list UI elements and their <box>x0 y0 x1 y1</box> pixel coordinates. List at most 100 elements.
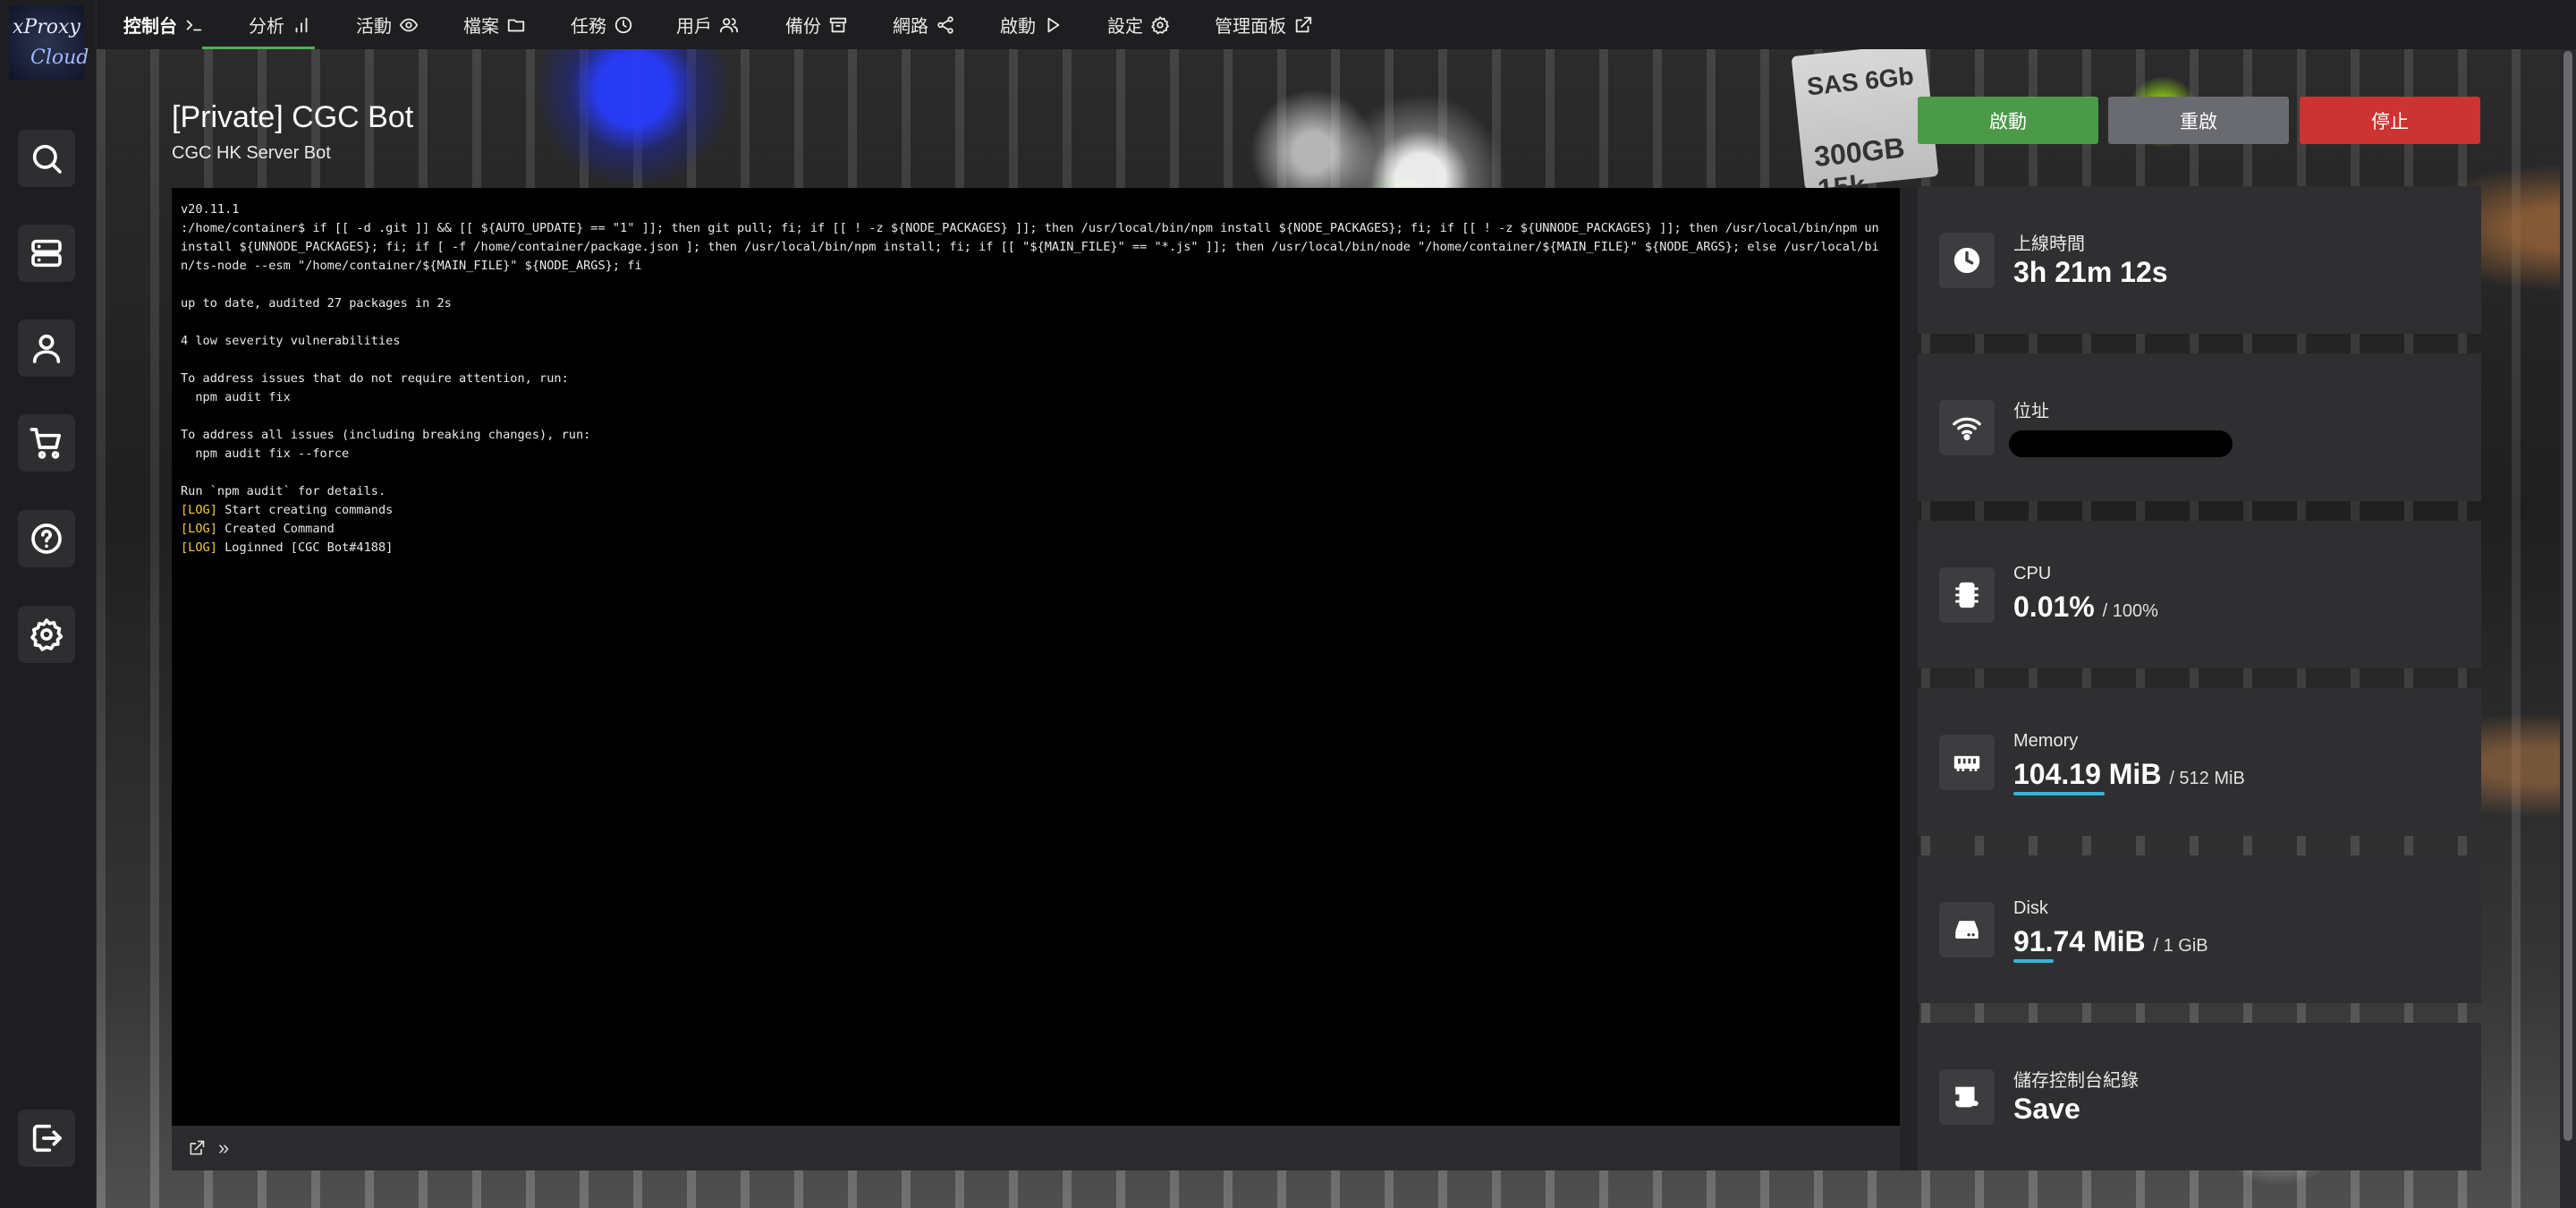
memory-usage-bar <box>2013 792 2105 795</box>
tab-label: 活動 <box>356 17 392 37</box>
brand-line2: Cloud <box>30 47 89 69</box>
tab-backups[interactable]: 備份 <box>785 0 848 49</box>
logout-icon <box>32 1124 62 1153</box>
console-line-text: Run `npm audit` for details. <box>181 484 386 498</box>
tab-users[interactable]: 用戶 <box>676 0 739 49</box>
left-sidebar: xProxy Cloud <box>0 0 97 1208</box>
console-command-input[interactable] <box>242 1130 1900 1166</box>
external-link-icon[interactable] <box>188 1139 206 1157</box>
disk-value: 91.74 MiB / 1 GiB <box>2013 925 2208 958</box>
console-line-text: To address all issues (including breakin… <box>181 428 591 442</box>
sidebar-servers-button[interactable] <box>18 225 75 282</box>
tab-files[interactable]: 檔案 <box>463 0 526 49</box>
page-title: [Private] CGC Bot <box>172 100 414 134</box>
tab-label: 分析 <box>249 17 284 37</box>
tab-analytics[interactable]: 分析 <box>249 0 311 49</box>
console-line: 4 low severity vulnerabilities <box>181 332 1880 351</box>
sidebar-account-button[interactable] <box>18 319 75 377</box>
memory-label: Memory <box>2013 731 2079 751</box>
brand-logo[interactable]: xProxy Cloud <box>9 5 89 81</box>
redacted-address <box>2009 430 2233 457</box>
tab-label: 控制台 <box>123 17 177 37</box>
hard-drive-icon <box>1955 920 1979 939</box>
memory-limit: / 512 MiB <box>2169 769 2245 788</box>
page-scrollbar[interactable] <box>2560 49 2576 1208</box>
stop-button[interactable]: 停止 <box>2300 97 2480 144</box>
folder-icon <box>507 19 525 31</box>
console-prompt: » <box>218 1136 230 1159</box>
console-line-text: To address issues that do not require at… <box>181 371 569 386</box>
bar-chart-icon <box>295 17 308 32</box>
log-tag: [LOG] <box>181 540 217 555</box>
console-line: Run `npm audit` for details. <box>181 482 1880 501</box>
console-window[interactable]: v20.11.1:/home/container$ if [[ -d .git … <box>172 188 1900 1126</box>
uptime-value: 3h 21m 12s <box>2013 256 2168 288</box>
console-line-text: Loginned [CGC Bot#4188] <box>216 540 394 555</box>
tab-console[interactable]: 控制台 <box>123 0 204 49</box>
console-line: To address all issues (including breakin… <box>181 426 1880 445</box>
start-button[interactable]: 啟動 <box>1918 97 2098 144</box>
gear-icon <box>1151 15 1169 34</box>
tab-label: 用戶 <box>676 17 712 37</box>
save-console-card[interactable]: 儲存控制台紀錄 Save <box>1918 1023 2481 1170</box>
sidebar-logout-button[interactable] <box>18 1110 75 1167</box>
tab-network[interactable]: 網路 <box>893 0 955 49</box>
tab-activity[interactable]: 活動 <box>356 0 419 49</box>
active-tab-indicator <box>202 47 315 49</box>
tab-admin-panel[interactable]: 管理面板 <box>1215 0 1313 49</box>
cart-icon <box>30 428 61 459</box>
console-line: [LOG] Start creating commands <box>181 501 1880 520</box>
sidebar-settings-button[interactable] <box>18 606 75 663</box>
scroll-icon <box>1955 1086 1979 1107</box>
memory-icon <box>1953 755 1980 771</box>
address-label: 位址 <box>2013 402 2049 421</box>
tab-settings[interactable]: 設定 <box>1107 0 1170 49</box>
disk-label: Disk <box>2013 898 2048 918</box>
eye-icon <box>399 18 419 31</box>
console-output: v20.11.1:/home/container$ if [[ -d .git … <box>181 200 1880 557</box>
console-line: To address issues that do not require at… <box>181 370 1880 388</box>
tab-label: 任務 <box>571 17 606 37</box>
wifi-icon <box>1953 417 1981 440</box>
sidebar-store-button[interactable] <box>18 414 75 472</box>
share-icon <box>937 15 953 34</box>
address-card: 位址 <box>1918 353 2481 501</box>
user-icon <box>32 334 61 363</box>
sidebar-help-button[interactable] <box>18 510 75 567</box>
settings-icon <box>30 618 64 651</box>
memory-card: Memory 104.19 MiB / 512 MiB <box>1918 688 2481 836</box>
drive-label-line1: SAS 6Gb <box>1805 62 1915 101</box>
log-tag: [LOG] <box>181 503 217 517</box>
tab-startup[interactable]: 啟動 <box>1000 0 1063 49</box>
chip-icon <box>1955 582 1979 608</box>
tab-schedules[interactable]: 任務 <box>571 0 633 49</box>
save-console-label: 儲存控制台紀錄 <box>2013 1071 2139 1091</box>
console-line: npm audit fix --force <box>181 445 1880 464</box>
console-line-text: npm audit fix <box>181 390 291 404</box>
console-line-text: Start creating commands <box>216 503 394 517</box>
help-icon <box>31 523 62 554</box>
cpu-usage: 0.01% <box>2013 591 2095 623</box>
clock-icon <box>614 16 632 33</box>
save-console-button[interactable]: Save <box>2013 1093 2080 1126</box>
console-command-bar: » <box>172 1126 1900 1170</box>
tab-label: 檔案 <box>463 17 499 37</box>
tab-label: 設定 <box>1107 17 1143 37</box>
tab-label: 網路 <box>893 17 928 37</box>
brand-line1: xProxy <box>13 16 80 38</box>
restart-button[interactable]: 重啟 <box>2108 97 2289 144</box>
terminal-icon <box>186 19 202 30</box>
console-line-text: Created Command <box>216 522 335 536</box>
scrollbar-thumb[interactable] <box>2563 51 2572 1141</box>
archive-icon <box>829 17 847 32</box>
tab-label: 備份 <box>785 17 821 37</box>
sidebar-search-button[interactable] <box>18 130 75 187</box>
console-line: [LOG] Loginned [CGC Bot#4188] <box>181 539 1880 557</box>
cpu-limit: / 100% <box>2102 601 2158 621</box>
server-icon <box>31 239 62 268</box>
console-line-text: :/home/container$ if [[ -d .git ]] && [[… <box>181 221 1879 273</box>
